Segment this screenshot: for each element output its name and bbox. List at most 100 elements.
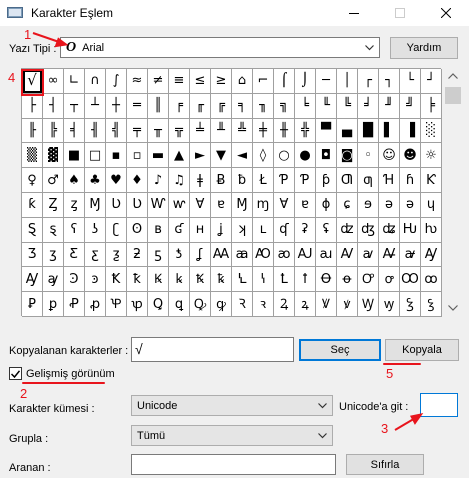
character-cell[interactable]: ╒ bbox=[169, 93, 190, 119]
character-cell[interactable]: ╕ bbox=[232, 93, 253, 119]
character-cell[interactable]: ꝉ bbox=[295, 267, 316, 293]
character-cell[interactable]: ╙ bbox=[316, 93, 337, 119]
character-cell[interactable]: Ꝟ bbox=[316, 292, 337, 317]
character-cell[interactable]: Ꜹ bbox=[337, 242, 358, 268]
font-select[interactable]: O Arial bbox=[60, 37, 380, 58]
character-cell[interactable]: Ƀ bbox=[211, 168, 232, 193]
character-cell[interactable]: ∩ bbox=[85, 69, 106, 94]
character-cell[interactable]: ≠ bbox=[148, 69, 169, 94]
character-cell[interactable]: ꝙ bbox=[211, 292, 232, 317]
character-cell[interactable]: ▪ bbox=[106, 143, 127, 169]
character-cell[interactable]: ┌ bbox=[358, 69, 379, 94]
character-cell[interactable]: ʤ bbox=[358, 217, 379, 243]
character-cell[interactable]: Ꝕ bbox=[106, 292, 127, 317]
character-cell[interactable]: ꝇ bbox=[253, 267, 274, 293]
character-cell[interactable]: ꝡ bbox=[379, 292, 400, 317]
character-cell[interactable]: Ꜽ bbox=[22, 267, 43, 293]
character-cell[interactable]: ╢ bbox=[85, 118, 106, 144]
character-cell[interactable]: └ bbox=[400, 69, 421, 94]
character-cell[interactable]: ◊ bbox=[253, 143, 274, 169]
character-cell[interactable]: Ƥ bbox=[295, 168, 316, 193]
character-cell[interactable]: ∞ bbox=[43, 69, 64, 94]
character-cell[interactable]: ♪ bbox=[148, 168, 169, 193]
character-cell[interactable]: ├ bbox=[22, 93, 43, 119]
grid-scrollbar[interactable] bbox=[443, 68, 463, 316]
character-cell[interactable]: ə bbox=[379, 192, 400, 218]
unicode-goto-input[interactable] bbox=[420, 393, 458, 417]
character-cell[interactable]: Ɱ bbox=[85, 192, 106, 218]
character-cell[interactable]: │ bbox=[337, 69, 358, 94]
character-cell[interactable]: ─ bbox=[316, 69, 337, 94]
character-cell[interactable]: ┼ bbox=[106, 93, 127, 119]
character-cell[interactable]: ♂ bbox=[43, 168, 64, 193]
character-cell[interactable]: Ɐ bbox=[274, 192, 295, 218]
character-cell[interactable]: ȿ bbox=[43, 217, 64, 243]
character-cell[interactable]: ʗ bbox=[106, 217, 127, 243]
character-cell[interactable]: ╛ bbox=[358, 93, 379, 119]
character-cell[interactable]: ꝃ bbox=[169, 267, 190, 293]
character-cell[interactable]: █ bbox=[358, 118, 379, 144]
character-cell[interactable]: ► bbox=[190, 143, 211, 169]
character-cell[interactable]: Ȥ bbox=[43, 192, 64, 218]
copied-characters-input[interactable]: √ bbox=[131, 337, 294, 362]
character-cell[interactable]: ╠ bbox=[43, 118, 64, 144]
character-cell[interactable]: ꝣ bbox=[421, 292, 442, 317]
character-cell[interactable]: ╫ bbox=[274, 118, 295, 144]
character-cell[interactable]: ꝁ bbox=[127, 267, 148, 293]
character-cell[interactable]: Ꝗ bbox=[148, 292, 169, 317]
character-cell[interactable]: Ꝣ bbox=[400, 292, 421, 317]
character-cell[interactable]: ♥ bbox=[106, 168, 127, 193]
character-cell[interactable]: ░ bbox=[421, 118, 442, 144]
character-cell[interactable]: ɕ bbox=[337, 192, 358, 218]
character-cell[interactable]: ꝛ bbox=[253, 292, 274, 317]
character-cell[interactable]: ╚ bbox=[337, 93, 358, 119]
character-cell[interactable]: ʣ bbox=[337, 217, 358, 243]
character-cell[interactable]: ꜷ bbox=[316, 242, 337, 268]
character-cell[interactable]: ● bbox=[295, 143, 316, 169]
character-cell[interactable]: ▌ bbox=[379, 118, 400, 144]
character-cell[interactable]: ◦ bbox=[358, 143, 379, 169]
character-cell[interactable]: ┘ bbox=[421, 69, 442, 94]
character-cell[interactable]: ƻ bbox=[127, 242, 148, 268]
select-button[interactable]: Seç bbox=[299, 339, 381, 361]
character-cell[interactable]: ▬ bbox=[148, 143, 169, 169]
character-cell[interactable]: Ƙ bbox=[421, 168, 442, 193]
scroll-up-icon[interactable] bbox=[448, 73, 458, 79]
character-cell[interactable]: ♫ bbox=[169, 168, 190, 193]
character-cell[interactable]: ╗ bbox=[274, 93, 295, 119]
reset-button[interactable]: Sıfırla bbox=[346, 454, 424, 475]
character-cell[interactable]: Ꜻ bbox=[379, 242, 400, 268]
character-cell[interactable]: ╟ bbox=[22, 118, 43, 144]
character-cell[interactable]: Ꝙ bbox=[190, 292, 211, 317]
character-cell[interactable]: Ʒ bbox=[22, 242, 43, 268]
character-cell[interactable]: ╨ bbox=[211, 118, 232, 144]
character-cell[interactable]: ≤ bbox=[190, 69, 211, 94]
character-cell[interactable]: ▼ bbox=[211, 143, 232, 169]
character-cell[interactable]: ♀ bbox=[22, 168, 43, 193]
copy-button[interactable]: Kopyala bbox=[385, 339, 459, 361]
character-cell[interactable]: ƾ bbox=[169, 242, 190, 268]
charset-select[interactable]: Unicode bbox=[131, 395, 333, 416]
character-cell[interactable]: Ꝅ bbox=[190, 267, 211, 293]
character-cell[interactable]: ╜ bbox=[379, 93, 400, 119]
character-cell[interactable]: ╪ bbox=[253, 118, 274, 144]
character-cell[interactable]: ○ bbox=[274, 143, 295, 169]
character-cell[interactable]: ┤ bbox=[43, 93, 64, 119]
character-cell[interactable]: Ƣ bbox=[337, 168, 358, 193]
character-cell[interactable]: ═ bbox=[127, 93, 148, 119]
character-cell[interactable]: ≈ bbox=[127, 69, 148, 94]
character-cell[interactable]: Ɐ bbox=[190, 192, 211, 218]
character-cell[interactable]: ┬ bbox=[64, 93, 85, 119]
character-cell[interactable]: ʆ bbox=[190, 242, 211, 268]
character-cell[interactable]: ʒ bbox=[43, 242, 64, 268]
character-cell[interactable]: ꝟ bbox=[337, 292, 358, 317]
character-cell[interactable]: ƣ bbox=[358, 168, 379, 193]
character-cell[interactable]: Ꝋ bbox=[316, 267, 337, 293]
character-cell[interactable]: ┴ bbox=[85, 93, 106, 119]
character-cell[interactable]: ɦ bbox=[400, 168, 421, 193]
character-cell[interactable]: ╔ bbox=[211, 93, 232, 119]
character-cell[interactable]: Ꝛ bbox=[232, 292, 253, 317]
character-cell[interactable]: ◘ bbox=[316, 143, 337, 169]
character-cell[interactable]: ∫ bbox=[106, 69, 127, 94]
character-cell[interactable]: ▒ bbox=[22, 143, 43, 169]
